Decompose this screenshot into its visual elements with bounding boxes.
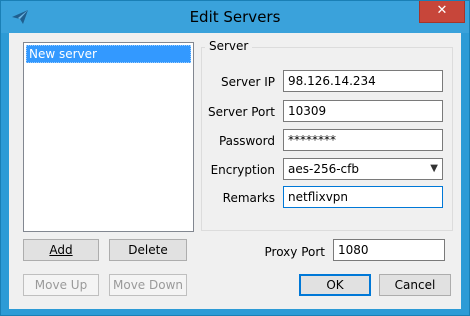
move-up-button[interactable]: Move Up bbox=[23, 274, 99, 296]
chevron-down-icon: ▼ bbox=[430, 163, 438, 174]
server-port-input[interactable]: 10309 bbox=[283, 100, 443, 122]
server-ip-input[interactable]: 98.126.14.234 bbox=[283, 70, 443, 92]
cancel-button-label: Cancel bbox=[394, 278, 436, 292]
dialog-body: New server Add Delete Move Up Move Down … bbox=[9, 33, 461, 309]
ok-button[interactable]: OK bbox=[299, 274, 371, 296]
proxy-port-input[interactable]: 1080 bbox=[333, 239, 445, 261]
password-input[interactable]: ******** bbox=[283, 129, 443, 151]
server-list[interactable]: New server bbox=[23, 42, 194, 232]
delete-button-label: Delete bbox=[128, 243, 168, 257]
encryption-label: Encryption bbox=[210, 163, 275, 177]
remarks-label: Remarks bbox=[222, 191, 275, 205]
server-port-label: Server Port bbox=[208, 105, 275, 119]
move-down-button-label: Move Down bbox=[113, 278, 183, 292]
add-button-label: Add bbox=[49, 243, 73, 257]
edit-servers-window: Edit Servers ✕ New server Add Delete Mov… bbox=[0, 0, 470, 316]
window-title: Edit Servers bbox=[189, 8, 281, 26]
ok-button-label: OK bbox=[326, 278, 344, 292]
server-ip-label: Server IP bbox=[221, 75, 275, 89]
encryption-selected-value: aes-256-cfb bbox=[288, 162, 359, 176]
list-item[interactable]: New server bbox=[26, 45, 191, 63]
close-button[interactable]: ✕ bbox=[419, 1, 465, 23]
encryption-select[interactable]: aes-256-cfb ▼ bbox=[283, 158, 443, 180]
server-group-title: Server bbox=[205, 39, 253, 53]
cancel-button[interactable]: Cancel bbox=[379, 274, 451, 296]
move-up-button-label: Move Up bbox=[34, 278, 88, 292]
title-bar[interactable]: Edit Servers ✕ bbox=[1, 1, 469, 33]
move-down-button[interactable]: Move Down bbox=[109, 274, 187, 296]
add-button[interactable]: Add bbox=[23, 239, 99, 261]
proxy-port-label: Proxy Port bbox=[264, 245, 325, 259]
delete-button[interactable]: Delete bbox=[109, 239, 187, 261]
password-label: Password bbox=[218, 134, 275, 148]
remarks-input[interactable]: netflixvpn bbox=[283, 186, 443, 208]
